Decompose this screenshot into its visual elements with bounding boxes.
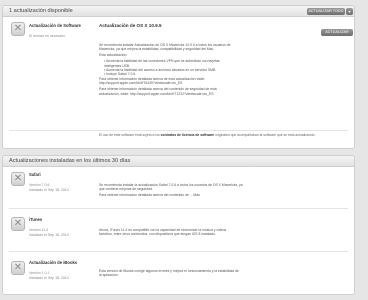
update-para-1: Se recomienda instalar Actualización de … (99, 43, 231, 52)
update-bullets: Aumenta la fiabilidad de las conexiones … (99, 59, 231, 77)
update-all-dropdown-arrow[interactable]: ▾ (346, 8, 353, 15)
installed-updates-title: Actualizaciones instaladas en los último… (9, 158, 131, 164)
update-para-2: Esta actualización: (99, 53, 128, 58)
installed-desc-main: Se recomienda instalar la actualización … (99, 183, 243, 192)
item-divider (9, 251, 348, 252)
installed-app-name: iTunes (29, 217, 43, 222)
installed-app-date: Instalado el Sep 18, 2014 (29, 276, 69, 280)
installed-app-description: Ahora, iTunes 11.4 es compatible con la … (99, 228, 229, 238)
update-all-button[interactable]: ACTUALIZAR TODO (307, 8, 345, 15)
installed-app-date: Instalado el Sep 18, 2014 (29, 188, 69, 192)
license-divider (9, 130, 348, 131)
installed-updates-header: Actualizaciones instaladas en los último… (3, 156, 354, 167)
ibooks-icon: ✕ (11, 261, 25, 275)
installed-updates-panel: Actualizaciones instaladas en los último… (2, 155, 355, 295)
installed-app-description: Se recomienda instalar la actualización … (99, 183, 249, 199)
item-divider (9, 208, 348, 209)
installed-app-date: Instalado el Sep 18, 2014 (29, 233, 69, 237)
restart-required-note: El reinicio es necesario (29, 34, 65, 38)
update-para-3: Para obtener información detallada acerc… (99, 76, 206, 86)
installed-desc-more: Para obtener información detallada acerc… (99, 193, 200, 198)
update-bullet: Aumenta la fiabilidad de las conexiones … (104, 59, 231, 68)
license-link[interactable]: contratos de licencia de software (161, 133, 215, 137)
available-updates-header: 1 actualización disponible ACTUALIZAR TO… (3, 6, 354, 17)
installed-app-version: Versión 7.0.6 (29, 183, 50, 187)
software-update-icon: ✕ (11, 22, 25, 36)
update-description: Se recomienda instalar Actualización de … (99, 43, 231, 97)
itunes-icon: ✕ (11, 217, 25, 231)
installed-app-version: Versión 1.0.1 (29, 271, 50, 275)
installed-desc-main: Esta versión de iBooks corrige algunos e… (99, 269, 239, 278)
update-para-4: Para obtener información detallada acerc… (99, 87, 217, 96)
license-prefix: El uso de este software está sujeto a lo… (99, 133, 160, 137)
installed-app-name: Actualización de iBooks (29, 260, 78, 265)
installed-app-version: Versión 11.4 (29, 228, 49, 232)
update-title: Actualización de OS X 10.9.5 (99, 23, 162, 28)
available-updates-title: 1 actualización disponible (9, 8, 73, 14)
license-suffix: originales que acompañaban al software q… (215, 133, 316, 137)
available-updates-panel: 1 actualización disponible ACTUALIZAR TO… (2, 5, 355, 149)
installed-app-description: Esta versión de iBooks corrige algunos e… (99, 269, 239, 279)
app-name: Actualización de Software (29, 23, 81, 28)
installed-desc-main: Ahora, iTunes 11.4 es compatible con la … (99, 228, 227, 237)
update-button[interactable]: ACTUALIZAR (321, 29, 353, 36)
license-note: El uso de este software está sujeto a lo… (99, 133, 349, 137)
safari-icon: ✕ (11, 172, 25, 186)
installed-app-name: Safari (29, 172, 41, 177)
